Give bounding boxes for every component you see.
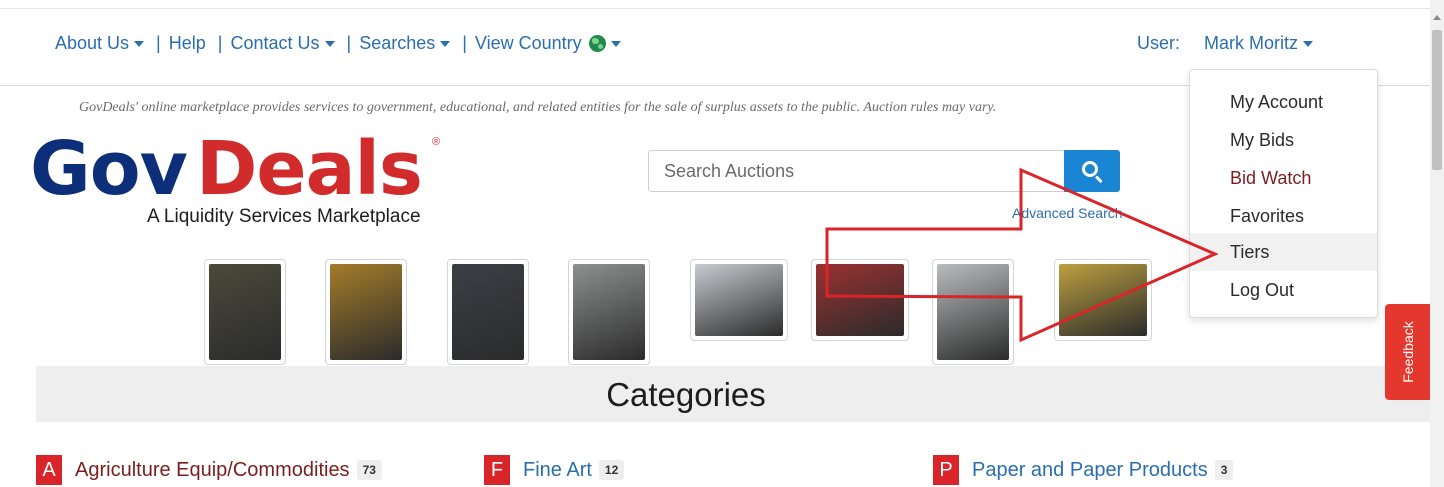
nav-contact-us[interactable]: Contact Us — [230, 33, 335, 54]
bus-photo — [573, 264, 645, 360]
user-menu-toggle-area: User: Mark Moritz — [1137, 33, 1314, 54]
featured-thumbnail[interactable] — [1054, 259, 1152, 341]
feedback-tab[interactable]: Feedback — [1385, 304, 1431, 400]
advanced-search-link[interactable]: Advanced Search — [1012, 205, 1123, 221]
nav-help[interactable]: Help — [169, 33, 206, 54]
menu-item-tiers[interactable]: Tiers — [1190, 233, 1377, 271]
nav-searches[interactable]: Searches — [359, 33, 451, 54]
category-item[interactable]: F Fine Art 12 — [484, 455, 625, 485]
govdeals-logo[interactable]: Gov Deals ® A Liquidity Services Marketp… — [30, 128, 450, 238]
chevron-down-icon — [134, 40, 145, 47]
nav-separator: | — [156, 33, 161, 53]
scrollbar-thumb[interactable] — [1432, 30, 1442, 170]
nav-view-country-label: View Country — [474, 33, 582, 53]
menu-item-bid-watch[interactable]: Bid Watch — [1190, 159, 1377, 197]
featured-thumbnail[interactable] — [325, 259, 407, 365]
user-name: Mark Moritz — [1204, 33, 1299, 53]
search-input[interactable] — [648, 150, 1066, 192]
site-tagline: GovDeals' online marketplace provides se… — [79, 100, 997, 115]
category-count: 12 — [598, 460, 625, 480]
logo-deals: Deals — [196, 126, 423, 212]
nav-separator: | — [346, 33, 352, 53]
category-letter-badge: A — [36, 455, 62, 485]
category-name: Paper and Paper Products — [972, 458, 1208, 481]
categories-header: Categories — [36, 366, 1430, 422]
category-letter-badge: P — [933, 455, 959, 485]
category-count: 3 — [1214, 460, 1234, 480]
logo-gov: Gov — [30, 126, 188, 212]
chevron-down-icon — [440, 40, 451, 47]
scroll-up-icon[interactable] — [1433, 15, 1441, 20]
feedback-label: Feedback — [1400, 321, 1416, 383]
school-bus-photo — [330, 264, 402, 360]
nav-contact-label: Contact Us — [230, 33, 320, 53]
menu-item-my-bids[interactable]: My Bids — [1190, 121, 1377, 159]
search-button[interactable] — [1064, 150, 1120, 192]
featured-thumbnail[interactable] — [447, 259, 529, 365]
nav-about-us[interactable]: About Us — [55, 33, 145, 54]
nav-about-label: About Us — [55, 33, 130, 53]
category-name: Agriculture Equip/Commodities — [75, 458, 350, 481]
chevron-down-icon — [1303, 40, 1314, 47]
category-item[interactable]: A Agriculture Equip/Commodities 73 — [36, 455, 382, 485]
user-dropdown-menu: My Account My Bids Bid Watch Favorites T… — [1189, 69, 1378, 318]
featured-thumbnail[interactable] — [932, 259, 1014, 365]
chevron-down-icon — [610, 40, 621, 47]
suv-photo — [452, 264, 524, 360]
featured-thumbnail[interactable] — [568, 259, 650, 365]
skid-steer-photo — [209, 264, 281, 360]
nav-separator: | — [462, 33, 467, 53]
category-count: 73 — [356, 460, 382, 480]
utility-truck-photo — [695, 264, 783, 336]
user-menu-toggle[interactable]: Mark Moritz — [1204, 33, 1314, 54]
globe-icon — [588, 35, 606, 52]
top-divider — [0, 8, 1430, 9]
category-letter-badge: F — [484, 455, 510, 485]
user-label: User: — [1137, 33, 1181, 53]
fire-truck-photo — [816, 264, 904, 336]
chevron-down-icon — [324, 40, 335, 47]
menu-item-my-account[interactable]: My Account — [1190, 83, 1377, 121]
cabinet-photo — [937, 264, 1009, 360]
featured-thumbnail[interactable] — [811, 259, 909, 341]
category-name: Fine Art — [523, 458, 592, 481]
logo-subtitle: A Liquidity Services Marketplace — [147, 206, 421, 227]
yellow-equipment-photo — [1059, 264, 1147, 336]
nav-separator: | — [217, 33, 223, 53]
menu-item-log-out[interactable]: Log Out — [1190, 271, 1377, 309]
categories-title: Categories — [606, 376, 766, 413]
registered-mark: ® — [432, 136, 441, 148]
nav-view-country[interactable]: View Country — [475, 33, 621, 54]
featured-thumbnail[interactable] — [204, 259, 286, 365]
nav-searches-label: Searches — [359, 33, 436, 53]
featured-thumbnail[interactable] — [690, 259, 788, 341]
page-scrollbar[interactable] — [1430, 0, 1444, 487]
category-item[interactable]: P Paper and Paper Products 3 — [933, 455, 1234, 485]
menu-item-favorites[interactable]: Favorites — [1190, 197, 1377, 235]
nav-links: About Us | Help | Contact Us | Searches … — [55, 33, 621, 54]
